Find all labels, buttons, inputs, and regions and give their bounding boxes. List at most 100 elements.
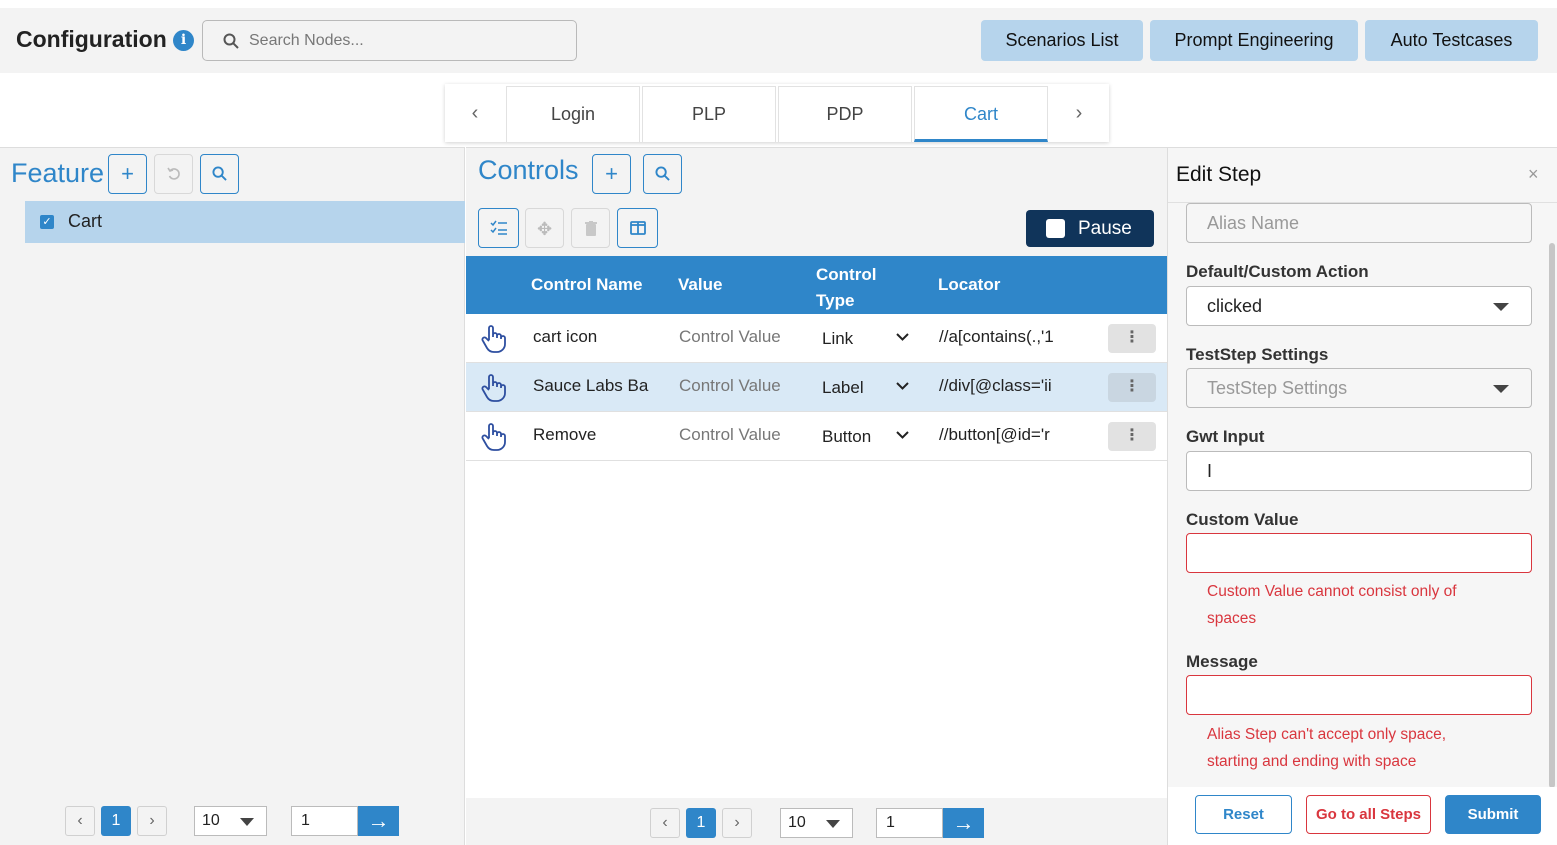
tab-pdp[interactable]: PDP bbox=[778, 86, 912, 142]
table-row[interactable]: Sauce Labs Ba Control Value Label //div[… bbox=[466, 363, 1167, 412]
settings-placeholder: TestStep Settings bbox=[1207, 378, 1348, 398]
trash-icon bbox=[584, 221, 597, 236]
control-name: Sauce Labs Ba bbox=[533, 376, 649, 395]
gwt-input[interactable]: I bbox=[1186, 451, 1532, 491]
plus-icon: + bbox=[605, 161, 618, 186]
prev-page-icon[interactable]: ‹ bbox=[65, 806, 95, 836]
control-value[interactable]: Control Value bbox=[679, 327, 781, 347]
scrollbar[interactable] bbox=[1549, 243, 1555, 787]
controls-toolbar: ✥ Pause bbox=[466, 202, 1167, 256]
current-page[interactable]: 1 bbox=[101, 806, 131, 836]
add-feature-button[interactable]: + bbox=[108, 154, 147, 194]
search-box[interactable] bbox=[202, 20, 577, 61]
page-size-value: 10 bbox=[202, 812, 220, 829]
search-icon bbox=[655, 166, 670, 181]
top-header: Configuration i Scenarios List Prompt En… bbox=[0, 8, 1557, 73]
alias-name-input[interactable]: Alias Name bbox=[1186, 203, 1532, 243]
prev-page-icon[interactable]: ‹ bbox=[650, 808, 680, 838]
prompt-engineering-button[interactable]: Prompt Engineering bbox=[1150, 20, 1358, 61]
search-input[interactable] bbox=[249, 21, 569, 60]
gwt-label: Gwt Input bbox=[1186, 427, 1265, 446]
reset-button[interactable]: Reset bbox=[1195, 795, 1292, 834]
auto-testcases-button[interactable]: Auto Testcases bbox=[1365, 20, 1538, 61]
tab-cart[interactable]: Cart bbox=[914, 86, 1048, 142]
goto-page-input[interactable]: 1 bbox=[291, 806, 358, 836]
chevron-down-icon[interactable] bbox=[896, 333, 909, 341]
custom-value-label: Custom Value bbox=[1186, 510, 1299, 529]
action-select[interactable]: clicked bbox=[1186, 286, 1532, 326]
table-row[interactable]: cart icon Control Value Link //a[contain… bbox=[466, 314, 1167, 363]
feature-item-cart[interactable]: ✓ Cart bbox=[25, 201, 465, 243]
action-label: Default/Custom Action bbox=[1186, 262, 1369, 281]
settings-select[interactable]: TestStep Settings bbox=[1186, 368, 1532, 408]
table-row[interactable]: Remove Control Value Button //button[@id… bbox=[466, 412, 1167, 461]
tabs-prev-icon[interactable]: ‹ bbox=[445, 84, 505, 142]
checkbox-checked-icon[interactable]: ✓ bbox=[40, 215, 54, 229]
control-type-select[interactable]: Link bbox=[822, 329, 853, 349]
control-locator: //button[@id='r bbox=[939, 425, 1050, 444]
col-control-type[interactable]: Control Type bbox=[816, 262, 876, 314]
add-control-button[interactable]: + bbox=[592, 154, 631, 194]
delete-button[interactable] bbox=[571, 208, 610, 248]
plus-icon: + bbox=[121, 161, 134, 186]
pointer-hand-icon bbox=[481, 374, 506, 402]
undo-button[interactable] bbox=[154, 154, 193, 194]
tab-login[interactable]: Login bbox=[506, 86, 640, 142]
tabs-next-icon[interactable]: › bbox=[1049, 84, 1109, 142]
current-page[interactable]: 1 bbox=[686, 808, 716, 838]
controls-header: Controls + bbox=[466, 148, 1167, 202]
submit-button[interactable]: Submit bbox=[1445, 795, 1541, 834]
custom-value-input[interactable] bbox=[1186, 533, 1532, 573]
message-label: Message bbox=[1186, 652, 1258, 671]
chevron-down-icon[interactable] bbox=[896, 431, 909, 439]
pause-button[interactable]: Pause bbox=[1026, 210, 1154, 247]
control-type-select[interactable]: Label bbox=[822, 378, 864, 398]
move-button[interactable]: ✥ bbox=[525, 208, 564, 248]
caret-down-icon bbox=[826, 820, 840, 828]
pause-label: Pause bbox=[1078, 218, 1132, 239]
move-icon: ✥ bbox=[536, 219, 553, 239]
columns-icon bbox=[629, 221, 646, 235]
next-page-icon[interactable]: › bbox=[722, 808, 752, 838]
pointer-hand-icon bbox=[481, 325, 506, 353]
col-value[interactable]: Value bbox=[678, 275, 722, 295]
settings-label: TestStep Settings bbox=[1186, 345, 1329, 364]
more-options-icon[interactable]: ⋮ bbox=[1108, 373, 1156, 402]
tab-plp[interactable]: PLP bbox=[642, 86, 776, 142]
control-value[interactable]: Control Value bbox=[679, 376, 781, 396]
next-page-icon[interactable]: › bbox=[137, 806, 167, 836]
controls-panel: Controls + ✥ Pause Control Name Value Co… bbox=[466, 147, 1167, 845]
undo-icon bbox=[166, 167, 180, 180]
edit-step-form: Alias Name Default/Custom Action clicked… bbox=[1168, 202, 1557, 787]
scenarios-list-button[interactable]: Scenarios List bbox=[981, 20, 1143, 61]
goto-page-input[interactable]: 1 bbox=[876, 808, 943, 838]
control-locator: //a[contains(.,'1 bbox=[939, 327, 1054, 346]
info-icon[interactable]: i bbox=[173, 30, 194, 51]
feature-title: Feature bbox=[11, 158, 105, 188]
control-value[interactable]: Control Value bbox=[679, 425, 781, 445]
message-input[interactable] bbox=[1186, 675, 1532, 715]
page-size-select[interactable]: 10 bbox=[194, 806, 267, 836]
pause-checkbox-icon[interactable] bbox=[1046, 219, 1065, 238]
page-size-value: 10 bbox=[788, 814, 806, 831]
search-feature-button[interactable] bbox=[200, 154, 239, 194]
select-list-button[interactable] bbox=[478, 208, 519, 248]
go-arrow-icon[interactable]: → bbox=[358, 806, 399, 836]
feature-item-label: Cart bbox=[68, 211, 103, 231]
col-locator[interactable]: Locator bbox=[938, 275, 1000, 295]
controls-title: Controls bbox=[478, 155, 579, 185]
go-arrow-icon[interactable]: → bbox=[943, 808, 984, 838]
controls-footer: ‹ 1 › 10 1 → bbox=[466, 798, 1167, 845]
edit-step-footer: Reset Go to all Steps Submit bbox=[1168, 787, 1557, 845]
page-size-select[interactable]: 10 bbox=[780, 808, 853, 838]
go-to-all-steps-button[interactable]: Go to all Steps bbox=[1306, 795, 1431, 834]
search-control-button[interactable] bbox=[643, 154, 682, 194]
more-options-icon[interactable]: ⋮ bbox=[1108, 422, 1156, 451]
close-icon[interactable]: × bbox=[1528, 164, 1539, 185]
chevron-down-icon[interactable] bbox=[896, 382, 909, 390]
col-control-type-line1: Control bbox=[816, 265, 877, 284]
more-options-icon[interactable]: ⋮ bbox=[1108, 324, 1156, 353]
columns-button[interactable] bbox=[617, 208, 658, 248]
col-control-name[interactable]: Control Name bbox=[531, 275, 642, 295]
control-type-select[interactable]: Button bbox=[822, 427, 871, 447]
